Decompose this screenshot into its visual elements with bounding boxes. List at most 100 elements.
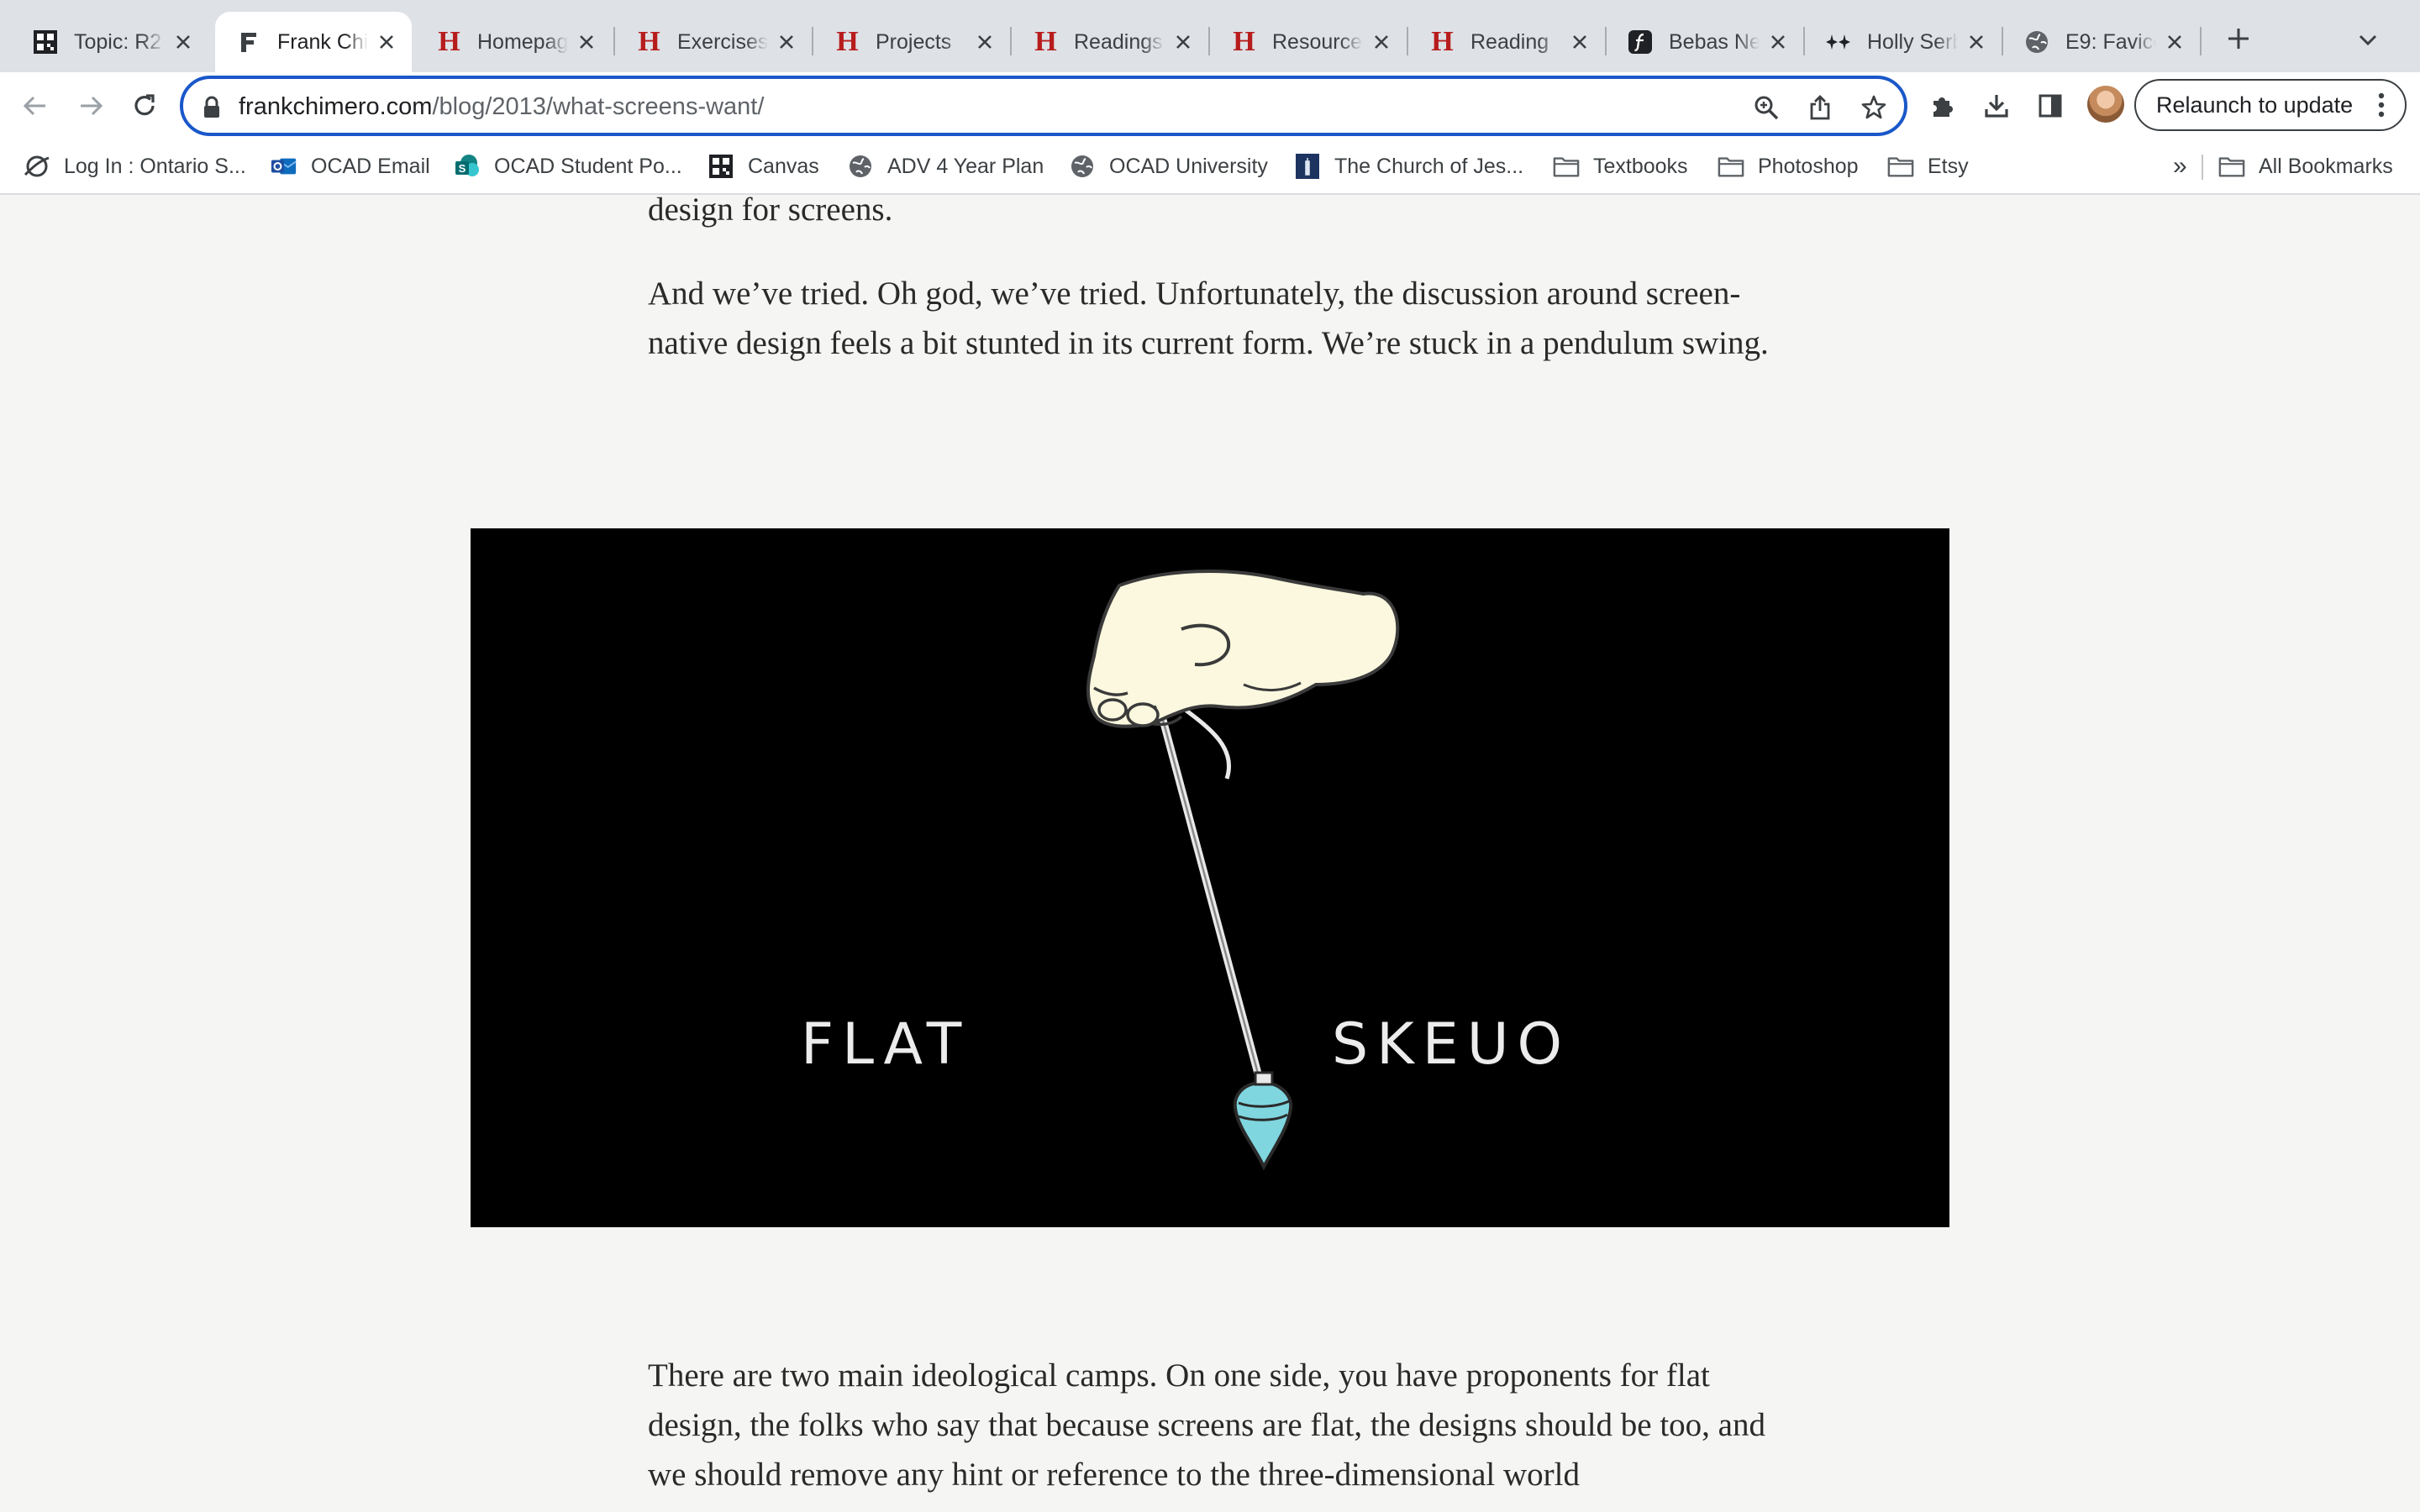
bookmark-label: OCAD Email xyxy=(311,154,430,178)
close-icon[interactable] xyxy=(1171,30,1195,54)
close-icon[interactable] xyxy=(375,30,398,54)
article-paragraph: design for screens. xyxy=(648,195,893,228)
url-text[interactable]: frankchimero.com/blog/2013/what-screens-… xyxy=(239,93,764,121)
pendulum-illustration: FLAT SKEUO xyxy=(471,528,1949,1227)
church-icon xyxy=(1294,153,1321,180)
close-icon[interactable] xyxy=(775,30,798,54)
h-letter-icon: H xyxy=(1233,26,1255,57)
zoom-magnifier-icon[interactable] xyxy=(1749,91,1783,124)
flat-label: FLAT xyxy=(801,1011,971,1078)
bookmark-folder-textbooks[interactable]: Textbooks xyxy=(1553,150,1688,183)
close-icon[interactable] xyxy=(1766,30,1790,54)
tab-topic[interactable]: Topic: R2 Fa xyxy=(12,12,208,72)
tab-title: Exercises xyxy=(677,29,768,54)
more-vertical-icon[interactable] xyxy=(2371,92,2391,118)
extensions-puzzle-icon[interactable] xyxy=(1924,87,1961,124)
bookmark-label: Photoshop xyxy=(1758,154,1859,178)
globe-icon xyxy=(1069,153,1096,180)
f-script-icon xyxy=(1627,29,1654,55)
download-icon[interactable] xyxy=(1978,87,2015,124)
new-tab-plus-icon[interactable] xyxy=(2222,22,2255,55)
tab-title: Holly Serbu xyxy=(1867,29,1958,54)
globe-icon xyxy=(847,153,874,180)
tab-holly-serbu[interactable]: Holly Serbu xyxy=(1805,12,2002,72)
bookmark-ocad-university[interactable]: OCAD University xyxy=(1069,150,1268,183)
close-icon[interactable] xyxy=(575,30,598,54)
bookmark-ocad-email[interactable]: OCAD Email xyxy=(271,150,430,183)
bookmark-label: ADV 4 Year Plan xyxy=(887,154,1044,178)
tab-e9-favicon[interactable]: E9: Favicon xyxy=(2003,12,2200,72)
browser-toolbar: frankchimero.com/blog/2013/what-screens-… xyxy=(0,72,2420,139)
bookmark-adv-4-year-plan[interactable]: ADV 4 Year Plan xyxy=(847,150,1044,183)
bookmarks-bar: Log In : Ontario S... OCAD Email S OCAD … xyxy=(0,139,2420,195)
bookmark-label: Textbooks xyxy=(1593,154,1688,178)
h-letter-icon: H xyxy=(1431,26,1453,57)
tab-reading[interactable]: H Reading xyxy=(1408,12,1605,72)
bookmark-folder-etsy[interactable]: Etsy xyxy=(1887,150,1969,183)
bookmarks-overflow-chevron[interactable]: » xyxy=(2173,150,2187,183)
close-icon[interactable] xyxy=(171,30,195,54)
close-icon[interactable] xyxy=(973,30,997,54)
hand-holding-pendulum-image xyxy=(1086,569,1400,1171)
bookmark-ocad-student-portal[interactable]: S OCAD Student Po... xyxy=(454,150,682,183)
article-page: design for screens. And we’ve tried. Oh … xyxy=(0,195,2420,1512)
article-paragraph: And we’ve tried. Oh god, we’ve tried. Un… xyxy=(648,276,1769,361)
folder-icon xyxy=(1887,153,1914,180)
relaunch-label: Relaunch to update xyxy=(2156,92,2354,118)
tab-frank-chimero[interactable]: Frank Chimero xyxy=(215,12,412,72)
side-panel-icon[interactable] xyxy=(2032,87,2069,124)
share-icon[interactable] xyxy=(1803,91,1837,124)
back-arrow-icon[interactable] xyxy=(17,87,54,124)
bookmark-label: Canvas xyxy=(748,154,819,178)
article-paragraph: There are two main ideological camps. On… xyxy=(648,1357,1765,1493)
stars-icon xyxy=(1825,29,1852,55)
bookmark-folder-photoshop[interactable]: Photoshop xyxy=(1718,150,1859,183)
canvas-icon xyxy=(708,153,734,180)
folder-icon xyxy=(1553,153,1580,180)
tab-title: Topic: R2 Fa xyxy=(74,29,165,54)
bookmark-label: OCAD University xyxy=(1109,154,1268,178)
folder-icon xyxy=(1718,153,1744,180)
close-icon[interactable] xyxy=(1568,30,1591,54)
all-bookmarks-button[interactable]: All Bookmarks xyxy=(2218,150,2393,183)
tab-resources[interactable]: H Resources xyxy=(1210,12,1407,72)
bookmark-label: The Church of Jes... xyxy=(1334,154,1524,178)
tab-projects[interactable]: H Projects xyxy=(813,12,1010,72)
bookmark-label: Etsy xyxy=(1928,154,1969,178)
tab-search-chevron-icon[interactable] xyxy=(2353,25,2383,55)
tab-exercises[interactable]: H Exercises xyxy=(615,12,812,72)
tab-readings[interactable]: H Readings xyxy=(1012,12,1208,72)
profile-avatar[interactable] xyxy=(2087,86,2124,123)
relaunch-to-update-button[interactable]: Relaunch to update xyxy=(2134,79,2407,131)
tab-homepage[interactable]: H Homepage xyxy=(415,12,612,72)
tab-title: Frank Chimero xyxy=(277,29,368,54)
tab-title: Homepage xyxy=(477,29,568,54)
bookmark-label: OCAD Student Po... xyxy=(494,154,682,178)
close-icon[interactable] xyxy=(1965,30,1988,54)
forward-arrow-icon[interactable] xyxy=(72,87,109,124)
address-bar[interactable]: frankchimero.com/blog/2013/what-screens-… xyxy=(180,76,1907,136)
h-letter-icon: H xyxy=(438,26,460,57)
h-letter-icon: H xyxy=(638,26,660,57)
sharepoint-icon: S xyxy=(454,153,481,180)
tab-title: Projects xyxy=(876,29,952,54)
tab-title: Resources xyxy=(1272,29,1363,54)
bookmarks-divider xyxy=(2202,155,2203,180)
skeuo-label: SKEUO xyxy=(1332,1011,1571,1078)
bookmark-star-icon[interactable] xyxy=(1857,91,1891,124)
folder-icon xyxy=(2218,153,2245,180)
outlook-icon xyxy=(271,153,297,180)
tab-separator xyxy=(2200,27,2202,55)
close-icon[interactable] xyxy=(1370,30,1393,54)
all-bookmarks-label: All Bookmarks xyxy=(2259,154,2393,178)
url-host: frankchimero.com xyxy=(239,93,433,120)
close-icon[interactable] xyxy=(2163,30,2186,54)
bookmark-label: Log In : Ontario S... xyxy=(64,154,246,178)
reload-icon[interactable] xyxy=(126,87,163,124)
bookmark-canvas[interactable]: Canvas xyxy=(708,150,819,183)
bookmark-church[interactable]: The Church of Jes... xyxy=(1294,150,1523,183)
tab-bebas-neue[interactable]: Bebas Neue xyxy=(1607,12,1803,72)
ontario-icon xyxy=(24,153,50,180)
lock-icon[interactable] xyxy=(195,91,229,124)
bookmark-ontario[interactable]: Log In : Ontario S... xyxy=(24,150,246,183)
